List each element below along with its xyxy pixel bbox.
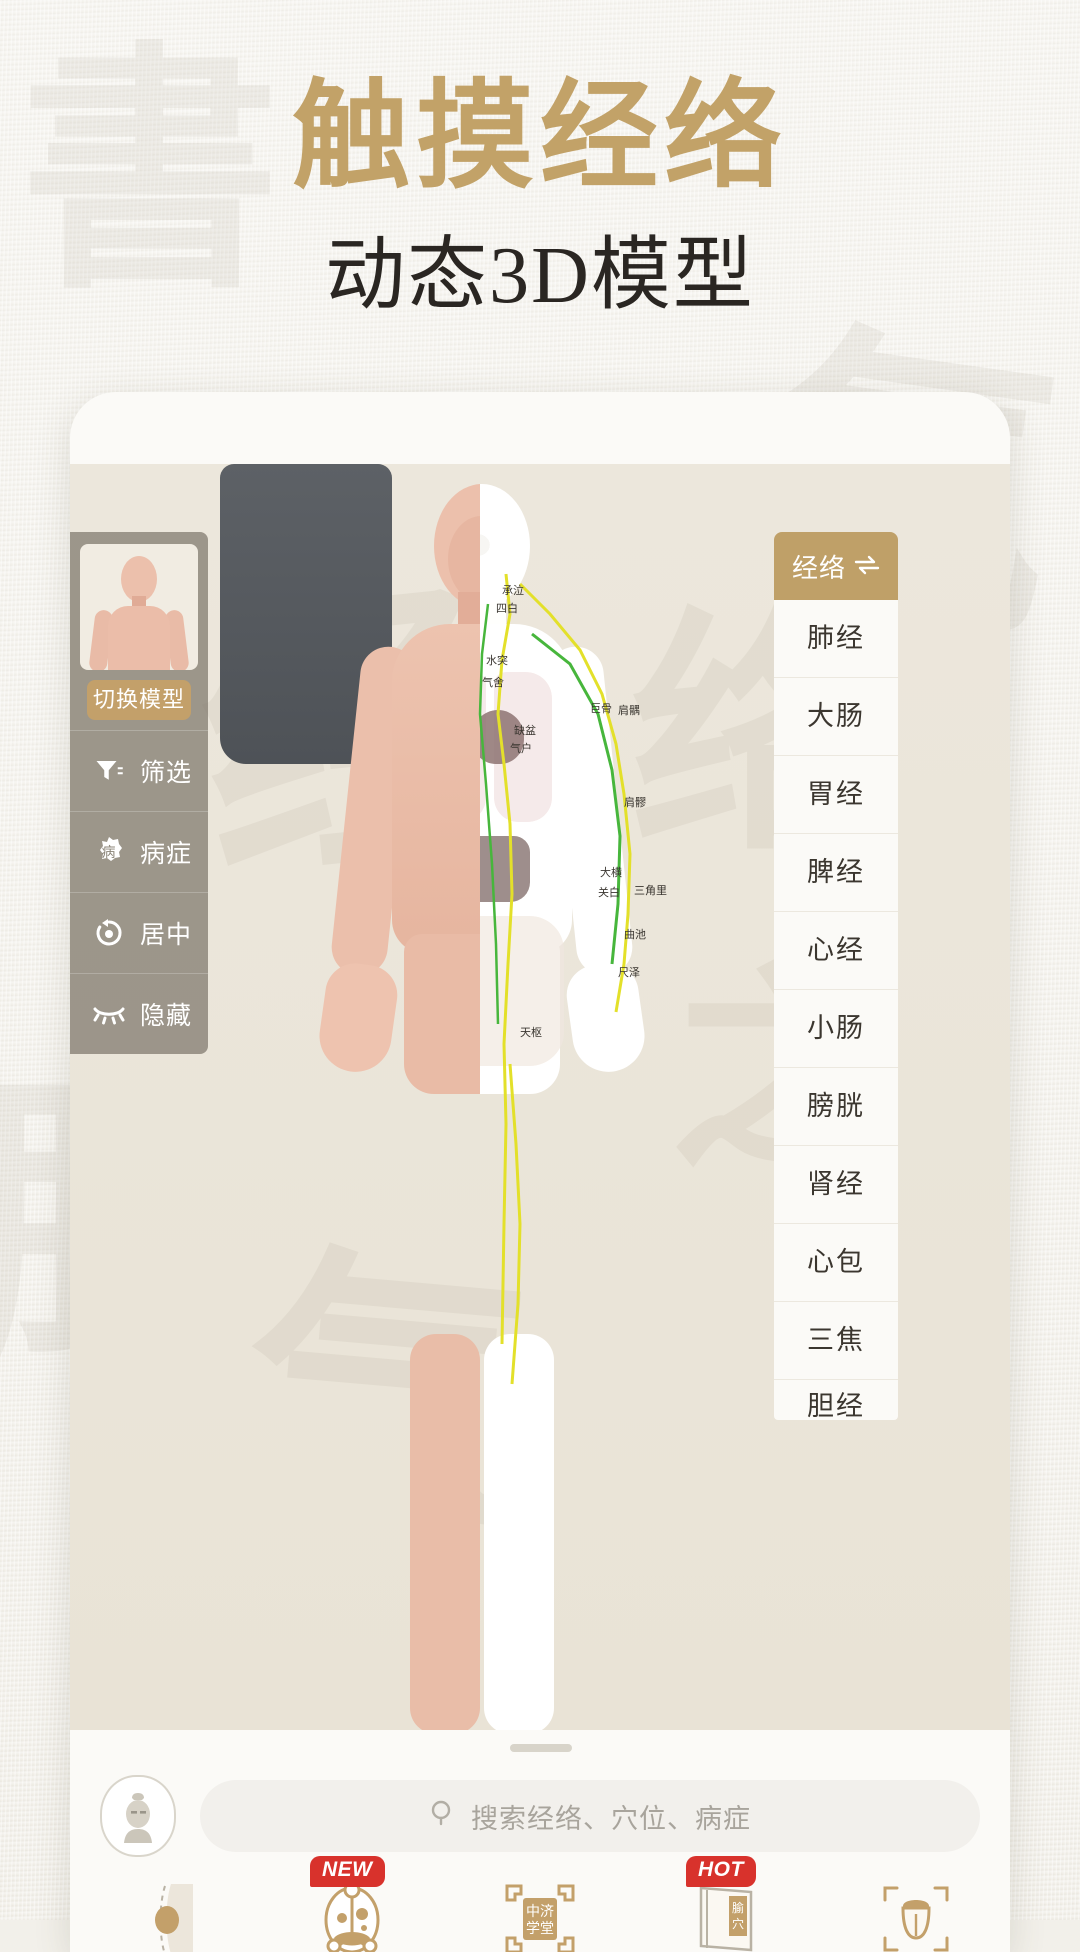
rail-item-hide[interactable]: 隐藏	[70, 973, 208, 1054]
search-row: 搜索经络、穴位、病症	[70, 1764, 1010, 1868]
search-input[interactable]: 搜索经络、穴位、病症	[200, 1780, 980, 1852]
acupoint-label[interactable]: 承泣	[502, 582, 524, 598]
book-icon: 腧 穴	[685, 1876, 771, 1952]
acupoint-label[interactable]: 曲池	[624, 926, 646, 942]
ai-face-icon	[309, 1876, 395, 1952]
acupoint-label[interactable]: 三角里	[634, 882, 667, 898]
acupoint-label[interactable]: 尺泽	[618, 964, 640, 980]
rail-item-filter[interactable]: 筛选	[70, 730, 208, 811]
meridian-list[interactable]: 肺经 大肠 胃经 脾经 心经 小肠 膀胱 肾经 心包 三焦 胆经	[774, 600, 898, 1420]
tab-acupoint-book[interactable]: 腧 穴 HOT 腧穴学图	[634, 1856, 822, 1952]
page-title: 触摸经络	[291, 72, 788, 203]
left-tool-rail[interactable]: 切换模型 筛选 病 病症 居中 隐藏	[70, 532, 208, 1054]
swap-arrows-icon[interactable]	[854, 551, 880, 582]
meridian-list-item[interactable]: 肾经	[774, 1146, 898, 1224]
svg-text:中济: 中济	[526, 1904, 554, 1920]
tab-ai-tongue[interactable]: AI舌诊	[822, 1862, 1010, 1952]
rail-item-label: 隐藏	[140, 1002, 193, 1030]
acupoint-label[interactable]: 气舍	[482, 674, 504, 690]
tab-badge-new: NEW	[310, 1856, 385, 1887]
acupoint-label[interactable]: 肩髎	[624, 794, 646, 810]
acupoint-label[interactable]: 关白	[598, 884, 620, 900]
rail-item-symptom[interactable]: 病 病症	[70, 811, 208, 892]
filter-icon	[92, 754, 126, 788]
svg-text:穴: 穴	[732, 1916, 744, 1931]
model-thumbnail[interactable]	[80, 544, 198, 670]
meridian-list-item[interactable]: 胃经	[774, 756, 898, 834]
acupoint-label[interactable]: 四白	[496, 600, 518, 616]
tab-ai-consult[interactable]: NEW 智能问道	[258, 1856, 446, 1952]
rail-item-label: 筛选	[140, 759, 193, 787]
rail-item-label: 病症	[140, 840, 193, 868]
hero-heading-block: 触摸经络 动态3D模型	[0, 0, 1080, 326]
bottom-tab-bar[interactable]: 经络探索 NEW 智能问道	[70, 1856, 1010, 1952]
rail-item-recenter[interactable]: 居中	[70, 892, 208, 973]
acupoint-label[interactable]: 水突	[486, 652, 508, 668]
acupoint-label[interactable]: 巨骨	[590, 700, 612, 716]
academy-icon: 中济 学堂	[497, 1876, 583, 1952]
tab-academy[interactable]: 中济 学堂 中济学堂	[446, 1862, 634, 1952]
search-placeholder-text: 搜索经络、穴位、病症	[471, 1803, 751, 1834]
hide-eye-icon	[92, 997, 126, 1031]
meridian-list-item[interactable]: 小肠	[774, 990, 898, 1068]
switch-model-button[interactable]: 切换模型	[87, 680, 191, 720]
model-preview-card[interactable]: 切换模型	[70, 532, 208, 730]
meridian-list-item[interactable]: 大肠	[774, 678, 898, 756]
user-avatar-icon[interactable]	[100, 1775, 176, 1857]
acupoint-label[interactable]: 缺盆	[514, 722, 536, 738]
meridian-list-item[interactable]: 脾经	[774, 834, 898, 912]
meridian-list-item[interactable]: 心包	[774, 1224, 898, 1302]
human-3d-model[interactable]: 承泣四白水突气舍缺盆气户 巨骨 肩髃肩髎大横关白 三角里曲池尺泽天枢	[220, 464, 740, 1730]
meridian-list-item[interactable]: 三焦	[774, 1302, 898, 1380]
tab-badge-hot: HOT	[686, 1856, 756, 1887]
page-subtitle: 动态3D模型	[325, 232, 755, 321]
model-stage[interactable]: 经 络 之 气	[70, 464, 1010, 1730]
acupoint-label[interactable]: 气户	[510, 740, 532, 756]
acupoint-label[interactable]: 大横	[600, 864, 622, 880]
search-icon	[429, 1799, 457, 1834]
rail-item-label: 居中	[140, 921, 193, 949]
meridian-list-item[interactable]: 肺经	[774, 600, 898, 678]
svg-text:学堂: 学堂	[526, 1921, 554, 1937]
acupoint-label[interactable]: 肩髃	[618, 702, 640, 718]
meridian-explore-icon	[121, 1876, 207, 1952]
tongue-scan-icon	[873, 1876, 959, 1952]
tab-meridian-explore[interactable]: 经络探索	[70, 1862, 258, 1952]
meridian-panel[interactable]: 经络 肺经 大肠 胃经 脾经 心经 小肠 膀胱 肾经 心包 三焦 胆经	[774, 532, 898, 1420]
meridian-list-item[interactable]: 心经	[774, 912, 898, 990]
recenter-icon	[92, 916, 126, 950]
meridian-list-item[interactable]: 胆经	[774, 1380, 898, 1420]
meridian-overlay	[478, 573, 632, 1385]
svg-text:病: 病	[102, 845, 117, 861]
meridian-list-item[interactable]: 膀胱	[774, 1068, 898, 1146]
meridian-panel-title: 经络	[791, 552, 846, 583]
svg-text:腧: 腧	[732, 1900, 744, 1915]
acupoint-label[interactable]: 天枢	[520, 1024, 542, 1040]
phone-mockup: 经 络 之 气	[70, 392, 1010, 1952]
meridian-panel-header[interactable]: 经络	[774, 532, 898, 600]
sheet-grabber-handle[interactable]	[510, 1744, 572, 1752]
symptom-icon: 病	[92, 835, 126, 869]
